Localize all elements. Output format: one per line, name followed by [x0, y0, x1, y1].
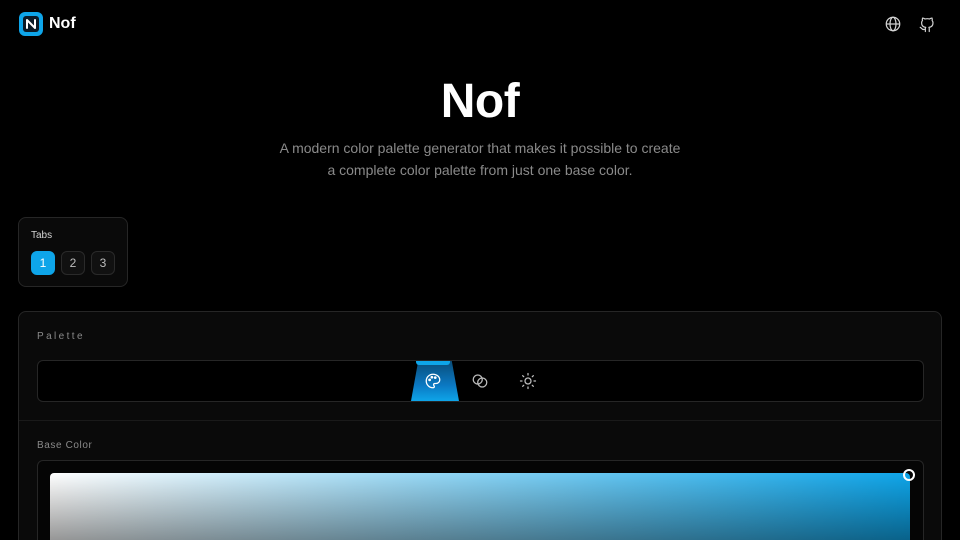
logo-mark	[23, 16, 39, 32]
brand-name[interactable]: Nof	[49, 14, 76, 34]
light-mode-button[interactable]	[508, 361, 548, 401]
tab-1-button[interactable]: 1	[31, 251, 55, 275]
blend-circles-icon	[472, 374, 488, 388]
page-title: Nof	[440, 75, 520, 128]
tab-2-button[interactable]: 2	[61, 251, 85, 275]
color-picker-handle[interactable]	[903, 469, 915, 481]
top-header: Nof	[0, 0, 960, 48]
page-subtitle: A modern color palette generator that ma…	[250, 137, 710, 181]
color-picker	[37, 460, 924, 540]
palette-section-label: Palette	[37, 331, 85, 342]
logo-icon[interactable]	[19, 12, 43, 36]
section-divider	[19, 420, 941, 421]
palette-icon	[425, 373, 441, 389]
base-color-label: Base Color	[37, 440, 93, 451]
tabs-label: Tabs	[31, 230, 53, 241]
sun-icon	[519, 372, 537, 390]
mode-selector	[37, 360, 924, 402]
subtitle-line-1: A modern color palette generator that ma…	[279, 140, 681, 156]
subtitle-line-2: a complete color palette from just one b…	[327, 162, 633, 178]
tabs-card: Tabs 1 2 3	[18, 217, 128, 287]
github-icon[interactable]	[917, 14, 937, 34]
globe-icon[interactable]	[883, 14, 903, 34]
palette-panel: Palette Base Color	[18, 311, 942, 540]
saturation-value-area[interactable]	[50, 469, 915, 540]
blend-mode-button[interactable]	[460, 361, 500, 401]
tab-3-button[interactable]: 3	[91, 251, 115, 275]
palette-mode-button[interactable]	[413, 361, 453, 401]
